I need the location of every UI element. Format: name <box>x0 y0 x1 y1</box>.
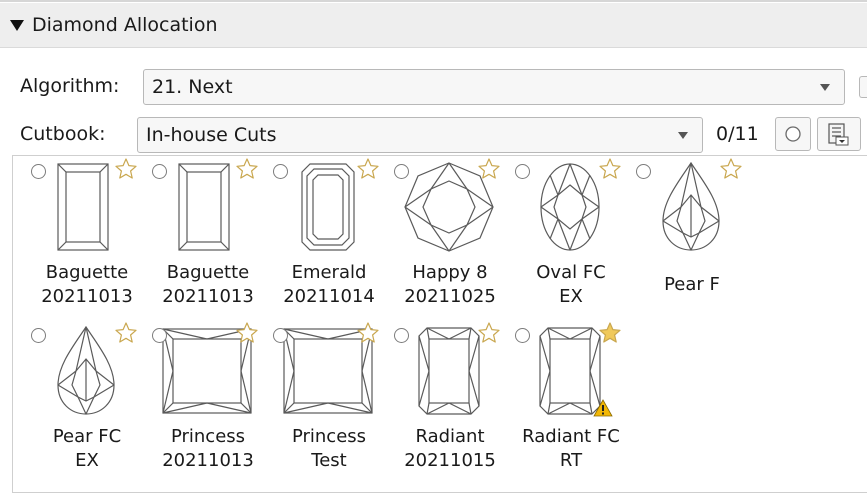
cut-subtitle: 20211013 <box>162 450 254 471</box>
cut-tile[interactable]: Pear FC EX <box>27 321 147 484</box>
radio-circle-icon <box>785 126 801 142</box>
cut-subtitle: 20211025 <box>404 286 496 307</box>
cut-subtitle: 20211013 <box>41 286 133 307</box>
cut-tile[interactable]: Radiant 20211015 <box>390 321 510 484</box>
dropdown-arrow-icon <box>820 83 830 91</box>
favorite-star-icon[interactable] <box>356 157 380 181</box>
favorite-star-icon[interactable] <box>598 321 622 345</box>
favorite-star-icon[interactable] <box>719 157 743 181</box>
cut-label: Radiant FC RT <box>505 425 637 473</box>
cut-subtitle: 20211013 <box>162 286 254 307</box>
cut-radio[interactable] <box>515 328 530 343</box>
cut-subtitle: 20211014 <box>283 286 375 307</box>
cut-label: Baguette 20211013 <box>142 261 274 309</box>
cut-tile[interactable]: Emerald 20211014 <box>269 157 389 320</box>
favorite-star-icon[interactable] <box>598 157 622 181</box>
cut-radio[interactable] <box>152 164 167 179</box>
cut-label: Oval FC EX <box>505 261 637 309</box>
cut-name: Emerald <box>291 262 367 283</box>
section-header-diamond-allocation[interactable]: Diamond Allocation <box>0 3 867 48</box>
algorithm-select[interactable]: 21. Next <box>143 69 845 105</box>
cut-name: Baguette <box>166 262 250 283</box>
cut-tile[interactable]: Baguette 20211013 <box>148 157 268 320</box>
cut-name: Radiant <box>415 426 485 447</box>
algorithm-value: 21. Next <box>152 76 233 98</box>
cut-tile[interactable]: Happy 8 20211025 <box>390 157 510 320</box>
cut-radio[interactable] <box>273 328 288 343</box>
cut-name: Pear F <box>664 274 720 295</box>
favorite-star-icon[interactable] <box>114 321 138 345</box>
favorite-star-icon[interactable] <box>114 157 138 181</box>
favorite-star-icon[interactable] <box>477 157 501 181</box>
cut-radio[interactable] <box>394 328 409 343</box>
section-title: Diamond Allocation <box>32 14 218 36</box>
cutbook-value: In-house Cuts <box>146 124 277 146</box>
cutbook-count: 0/11 <box>716 123 759 145</box>
cutbook-label: Cutbook: <box>20 123 106 145</box>
select-none-button[interactable] <box>775 117 811 151</box>
top-divider <box>0 0 867 2</box>
list-menu-icon <box>828 123 849 146</box>
cut-name: Pear FC <box>52 426 122 447</box>
cut-radio[interactable] <box>515 164 530 179</box>
cut-tile[interactable]: Baguette 20211013 <box>27 157 147 320</box>
cut-label: Princess Test <box>263 425 395 473</box>
cut-name: Oval FC <box>536 262 606 283</box>
cut-name: Baguette <box>45 262 129 283</box>
cut-subtitle: 20211015 <box>404 450 496 471</box>
cut-label: Radiant 20211015 <box>384 425 516 473</box>
cut-tile[interactable]: Princess Test <box>269 321 389 484</box>
cut-tile[interactable]: Princess 20211013 <box>148 321 268 484</box>
cut-radio[interactable] <box>31 328 46 343</box>
cut-label: Pear FC EX <box>21 425 153 473</box>
cut-subtitle: Test <box>311 450 347 471</box>
list-options-button[interactable] <box>817 117 861 151</box>
algorithm-label: Algorithm: <box>20 75 120 97</box>
cut-radio[interactable] <box>31 164 46 179</box>
cut-tile[interactable]: Oval FC EX <box>511 157 631 320</box>
cut-radio[interactable] <box>152 328 167 343</box>
cut-tile[interactable]: Pear F <box>632 157 752 320</box>
algorithm-checkbox[interactable] <box>859 76 867 98</box>
cut-name: Happy 8 <box>412 262 488 283</box>
cut-radio[interactable] <box>394 164 409 179</box>
favorite-star-icon[interactable] <box>235 157 259 181</box>
favorite-star-icon[interactable] <box>477 321 501 345</box>
cut-label: Princess 20211013 <box>142 425 274 473</box>
cut-label: Pear F <box>626 273 758 297</box>
cut-name: Princess <box>170 426 246 447</box>
warning-icon <box>593 399 613 417</box>
favorite-star-icon[interactable] <box>235 321 259 345</box>
cut-label: Happy 8 20211025 <box>384 261 516 309</box>
cut-radio[interactable] <box>636 164 651 179</box>
cut-grid: Baguette 20211013 Baguette 20211013 Emeral… <box>12 155 867 493</box>
cutbook-select[interactable]: In-house Cuts <box>137 117 703 153</box>
collapse-triangle-icon[interactable] <box>10 19 24 31</box>
cut-subtitle: EX <box>75 450 99 471</box>
dropdown-arrow-icon <box>678 131 688 139</box>
favorite-star-icon[interactable] <box>356 321 380 345</box>
cut-name: Radiant FC <box>522 426 620 447</box>
cut-name: Princess <box>291 426 367 447</box>
cut-tile[interactable]: Radiant FC RT <box>511 321 631 484</box>
cut-label: Emerald 20211014 <box>263 261 395 309</box>
cut-subtitle: RT <box>559 450 583 471</box>
cut-label: Baguette 20211013 <box>21 261 153 309</box>
cut-radio[interactable] <box>273 164 288 179</box>
cut-subtitle: EX <box>559 286 583 307</box>
